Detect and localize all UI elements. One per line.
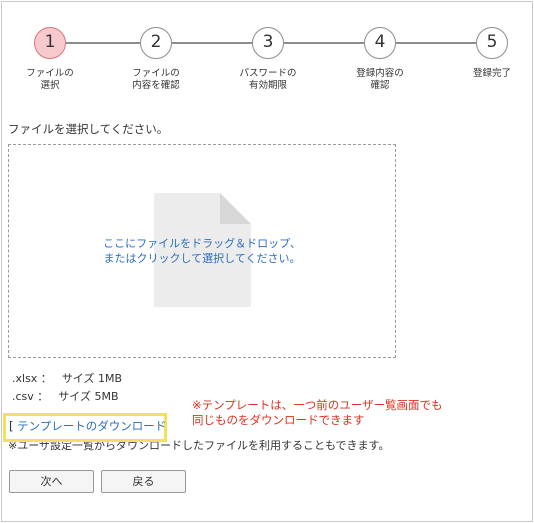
step-label-line: 確認 [370, 80, 390, 91]
step-label-line: 選択 [40, 80, 60, 91]
next-button[interactable]: 次へ [9, 470, 94, 493]
step-label-line: 登録内容の [356, 68, 404, 79]
template-download: [ テンプレートのダウンロード [9, 418, 166, 434]
step-4-circle: 4 [364, 27, 396, 59]
stepper-connector [66, 42, 141, 44]
step-5-circle: 5 [476, 27, 508, 59]
format-csv: .csv ： サイズ 5MB [12, 388, 119, 404]
stepper-connector [396, 42, 476, 44]
format-size: サイズ 1MB [61, 372, 123, 385]
format-size: サイズ 5MB [58, 390, 119, 403]
step-label-line: 有効期限 [248, 80, 287, 91]
template-download-link[interactable]: テンプレートのダウンロード [17, 419, 166, 433]
step-label-line: ファイルの [132, 68, 180, 79]
back-button[interactable]: 戻る [101, 470, 186, 493]
step-3-label: パスワードの 有効期限 [223, 68, 313, 92]
annotation-line: ※テンプレートは、一つ前のユーザー覧画面でも [192, 398, 443, 412]
step-3-circle: 3 [252, 27, 284, 59]
stepper-connector [284, 42, 364, 44]
step-2-label: ファイルの 内容を確認 [111, 68, 201, 92]
format-xlsx: .xlsx ： サイズ 1MB [12, 370, 122, 386]
step-4-label: 登録内容の 確認 [335, 68, 425, 92]
step-label-line: パスワードの [239, 68, 297, 79]
step-label-line: ファイルの [26, 68, 74, 79]
drop-zone-text-line: またはクリックして選択してください。 [103, 252, 301, 265]
bracket: [ [9, 419, 14, 433]
format-ext: .csv ： [12, 390, 49, 403]
instruction-text: ファイルを選択してください。 [8, 122, 169, 136]
drop-zone-text: ここにファイルをドラッグ＆ドロップ、 またはクリックして選択してください。 [9, 236, 395, 266]
step-1-label: ファイルの 選択 [5, 68, 95, 92]
step-1-circle: 1 [34, 27, 66, 59]
annotation-line: 同じものをダウンロードできます [192, 413, 365, 427]
step-label-line: 内容を確認 [132, 80, 180, 91]
step-2-circle: 2 [140, 27, 172, 59]
template-annotation: ※テンプレートは、一つ前のユーザー覧画面でも 同じものをダウンロードできます [192, 398, 443, 428]
stepper-connector [172, 42, 252, 44]
step-label-line: 登録完了 [472, 68, 511, 79]
drop-zone-text-line: ここにファイルをドラッグ＆ドロップ、 [103, 237, 301, 250]
file-drop-zone[interactable]: ここにファイルをドラッグ＆ドロップ、 またはクリックして選択してください。 [8, 144, 396, 358]
format-ext: .xlsx ： [12, 372, 52, 385]
step-5-label: 登録完了 [442, 68, 534, 80]
